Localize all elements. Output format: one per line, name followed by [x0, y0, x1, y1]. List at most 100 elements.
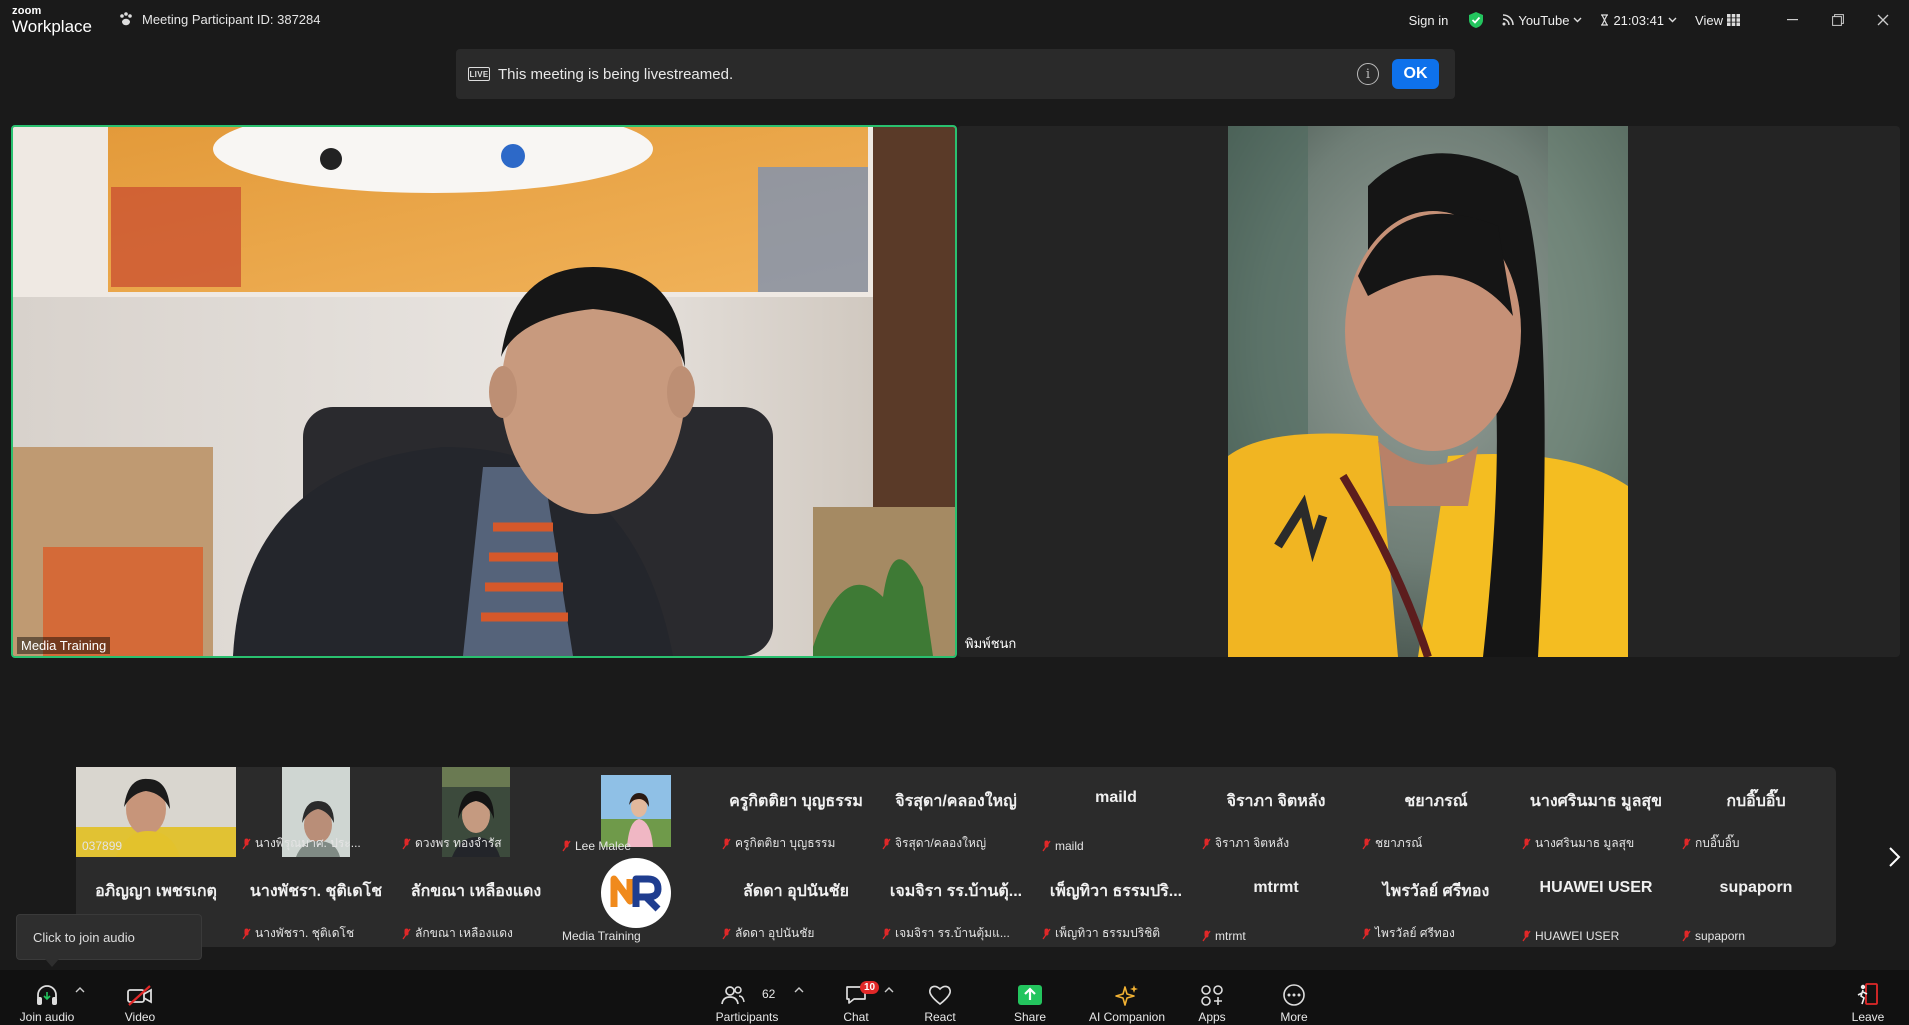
app-logo: zoom Workplace — [12, 6, 92, 36]
share-label: Share — [1013, 1010, 1047, 1024]
leave-label: Leave — [1851, 1010, 1885, 1024]
brand-large: Workplace — [12, 17, 92, 36]
gallery-tile[interactable]: Lee Malee — [556, 767, 716, 857]
gallery-tile-label: ลัดดา อุปนันชัย — [722, 924, 814, 943]
mic-muted-icon — [242, 928, 251, 939]
gallery-tile[interactable]: กบอิ๊บอิ๊บ กบอิ๊บอิ๊บ — [1676, 767, 1836, 857]
mic-muted-icon — [1682, 930, 1691, 942]
video-label: Video — [124, 1010, 156, 1024]
livestream-target[interactable]: YouTube — [1502, 13, 1582, 28]
mic-muted-icon — [882, 838, 891, 849]
close-button[interactable] — [1860, 0, 1905, 40]
restore-button[interactable] — [1815, 0, 1860, 40]
gallery-tile[interactable]: ไพรวัลย์ ศรีทอง ไพรวัลย์ ศรีทอง — [1356, 857, 1516, 947]
gallery-tile[interactable]: ลักขณา เหลืองแดง ลักขณา เหลืองแดง — [396, 857, 556, 947]
ok-button[interactable]: OK — [1392, 59, 1439, 89]
chat-unread-badge: 10 — [860, 981, 880, 994]
gallery-tile-label: 037899 — [82, 839, 123, 853]
gallery-tile[interactable]: ลัดดา อุปนันชัย ลัดดา อุปนันชัย — [716, 857, 876, 947]
livestream-target-label: YouTube — [1518, 12, 1570, 28]
gallery-tile[interactable]: จิรสุดา/คลองใหญ่ จิรสุดา/คลองใหญ่ — [876, 767, 1036, 857]
info-icon[interactable]: i — [1357, 63, 1379, 85]
meeting-timer-text: 21:03:41 — [1613, 12, 1665, 28]
join-audio-tooltip: Click to join audio — [16, 914, 202, 967]
share-button[interactable]: Share — [1008, 970, 1052, 1025]
chat-button[interactable]: Chat — [834, 970, 878, 1025]
apps-button[interactable]: Apps — [1190, 970, 1234, 1025]
more-icon — [1283, 984, 1305, 1006]
mic-muted-icon — [1362, 928, 1371, 939]
mic-muted-icon — [1362, 838, 1371, 849]
participant-video — [1228, 126, 1628, 657]
chevron-right-icon[interactable] — [1887, 846, 1901, 868]
gallery-tile-label: ครูกิตติยา บุญธรรม — [722, 834, 835, 853]
chevron-up-icon[interactable] — [75, 986, 85, 994]
leave-button[interactable]: Leave — [1848, 970, 1888, 1025]
gallery-tile[interactable]: ชยาภรณ์ ชยาภรณ์ — [1356, 767, 1516, 857]
meeting-id[interactable]: Meeting Participant ID: 387284 — [118, 11, 321, 27]
gallery-tile[interactable]: จิราภา จิตหลัง จิราภา จิตหลัง — [1196, 767, 1356, 857]
participant-gallery-strip: 037899 นางพิรุณมาศ. ประ... ดวงพร ทองจำรั… — [76, 767, 1836, 947]
apps-icon — [1201, 985, 1223, 1006]
join-audio-button[interactable]: Join audio — [16, 970, 78, 1025]
video-tile-participant[interactable]: พิมพ์ชนก — [957, 126, 1900, 657]
more-label: More — [1280, 1010, 1308, 1024]
gallery-tile-name: mtrmt — [1253, 879, 1299, 896]
gallery-tile-name: เจมจิรา รร.บ้านตุ้... — [889, 883, 1023, 900]
gallery-tile[interactable]: เจมจิรา รร.บ้านตุ้... เจมจิรา รร.บ้านตุ้ม… — [876, 857, 1036, 947]
gallery-tile[interactable]: นางศรินมาธ มูลสุข นางศรินมาธ มูลสุข — [1516, 767, 1676, 857]
mic-muted-icon — [562, 840, 571, 852]
gallery-tile[interactable]: เพ็ญทิวา ธรรมปริ... เพ็ญทิวา ธรรมปริชิติ — [1036, 857, 1196, 947]
gallery-tile[interactable]: Media Training — [556, 857, 716, 947]
mic-muted-icon — [1202, 838, 1211, 849]
gallery-tile[interactable]: maild maild — [1036, 767, 1196, 857]
gallery-tile[interactable]: ดวงพร ทองจำรัส — [396, 767, 556, 857]
gallery-tile-label: ลักขณา เหลืองแดง — [402, 924, 513, 943]
view-menu[interactable]: View — [1695, 13, 1740, 28]
chevron-up-icon[interactable] — [794, 986, 804, 994]
gallery-tile-label: ดวงพร ทองจำรัส — [402, 834, 502, 853]
chevron-up-icon[interactable] — [884, 986, 894, 994]
mic-muted-icon — [1682, 838, 1691, 849]
sign-in-link[interactable]: Sign in — [1409, 13, 1449, 28]
speaker-video — [13, 127, 955, 656]
rss-icon — [1502, 14, 1515, 26]
live-icon: LIVE — [468, 67, 490, 81]
participant-photo — [601, 775, 671, 847]
minimize-button[interactable] — [1770, 0, 1815, 40]
gallery-tile-name: ลัดดา อุปนันชัย — [743, 883, 849, 900]
react-button[interactable]: React — [918, 970, 962, 1025]
title-bar: zoom Workplace Meeting Participant ID: 3… — [0, 0, 1909, 40]
gallery-tile-label: นางพัชรา. ชุติเดโช — [242, 924, 354, 943]
meeting-timer[interactable]: 21:03:41 — [1600, 13, 1677, 28]
gallery-tile-name: กบอิ๊บอิ๊บ — [1726, 793, 1786, 810]
mic-muted-icon — [1202, 930, 1211, 942]
video-tile-active-speaker[interactable]: Media Training — [11, 125, 957, 658]
video-button[interactable]: Video — [118, 970, 162, 1025]
gallery-tile-name: นางศรินมาธ มูลสุข — [1529, 793, 1663, 810]
media-training-logo — [601, 858, 671, 928]
participant-name-tag: Media Training — [17, 637, 111, 654]
ai-companion-label: AI Companion — [1088, 1010, 1166, 1024]
gallery-tile[interactable]: HUAWEI USER HUAWEI USER — [1516, 857, 1676, 947]
gallery-tile[interactable]: 037899 — [76, 767, 236, 857]
gallery-tile[interactable]: นางพัชรา. ชุติเดโช นางพัชรา. ชุติเดโช — [236, 857, 396, 947]
video-off-icon — [127, 985, 152, 1006]
gallery-tile-name: ไพรวัลย์ ศรีทอง — [1382, 883, 1490, 900]
gallery-tile[interactable]: supaporn supaporn — [1676, 857, 1836, 947]
more-button[interactable]: More — [1272, 970, 1316, 1025]
gallery-tile-name: maild — [1095, 789, 1137, 806]
gallery-tile[interactable]: ครูกิตติยา บุญธรรม ครูกิตติยา บุญธรรม — [716, 767, 876, 857]
gallery-tile[interactable]: นางพิรุณมาศ. ประ... — [236, 767, 396, 857]
gallery-tile-label: เจมจิรา รร.บ้านตุ้มแ... — [882, 924, 1010, 943]
gallery-tile-label: จิราภา จิตหลัง — [1202, 834, 1289, 853]
gallery-tile-label: นางพิรุณมาศ. ประ... — [242, 834, 361, 853]
mic-muted-icon — [1042, 840, 1051, 852]
participants-label: Participants — [715, 1010, 779, 1024]
ai-companion-button[interactable]: AI Companion — [1083, 970, 1171, 1025]
gallery-tile-label: Lee Malee — [562, 839, 631, 853]
gallery-tile-label: supaporn — [1682, 929, 1745, 943]
join-audio-label: Join audio — [19, 1010, 75, 1024]
security-status[interactable] — [1468, 11, 1484, 29]
gallery-tile[interactable]: mtrmt mtrmt — [1196, 857, 1356, 947]
